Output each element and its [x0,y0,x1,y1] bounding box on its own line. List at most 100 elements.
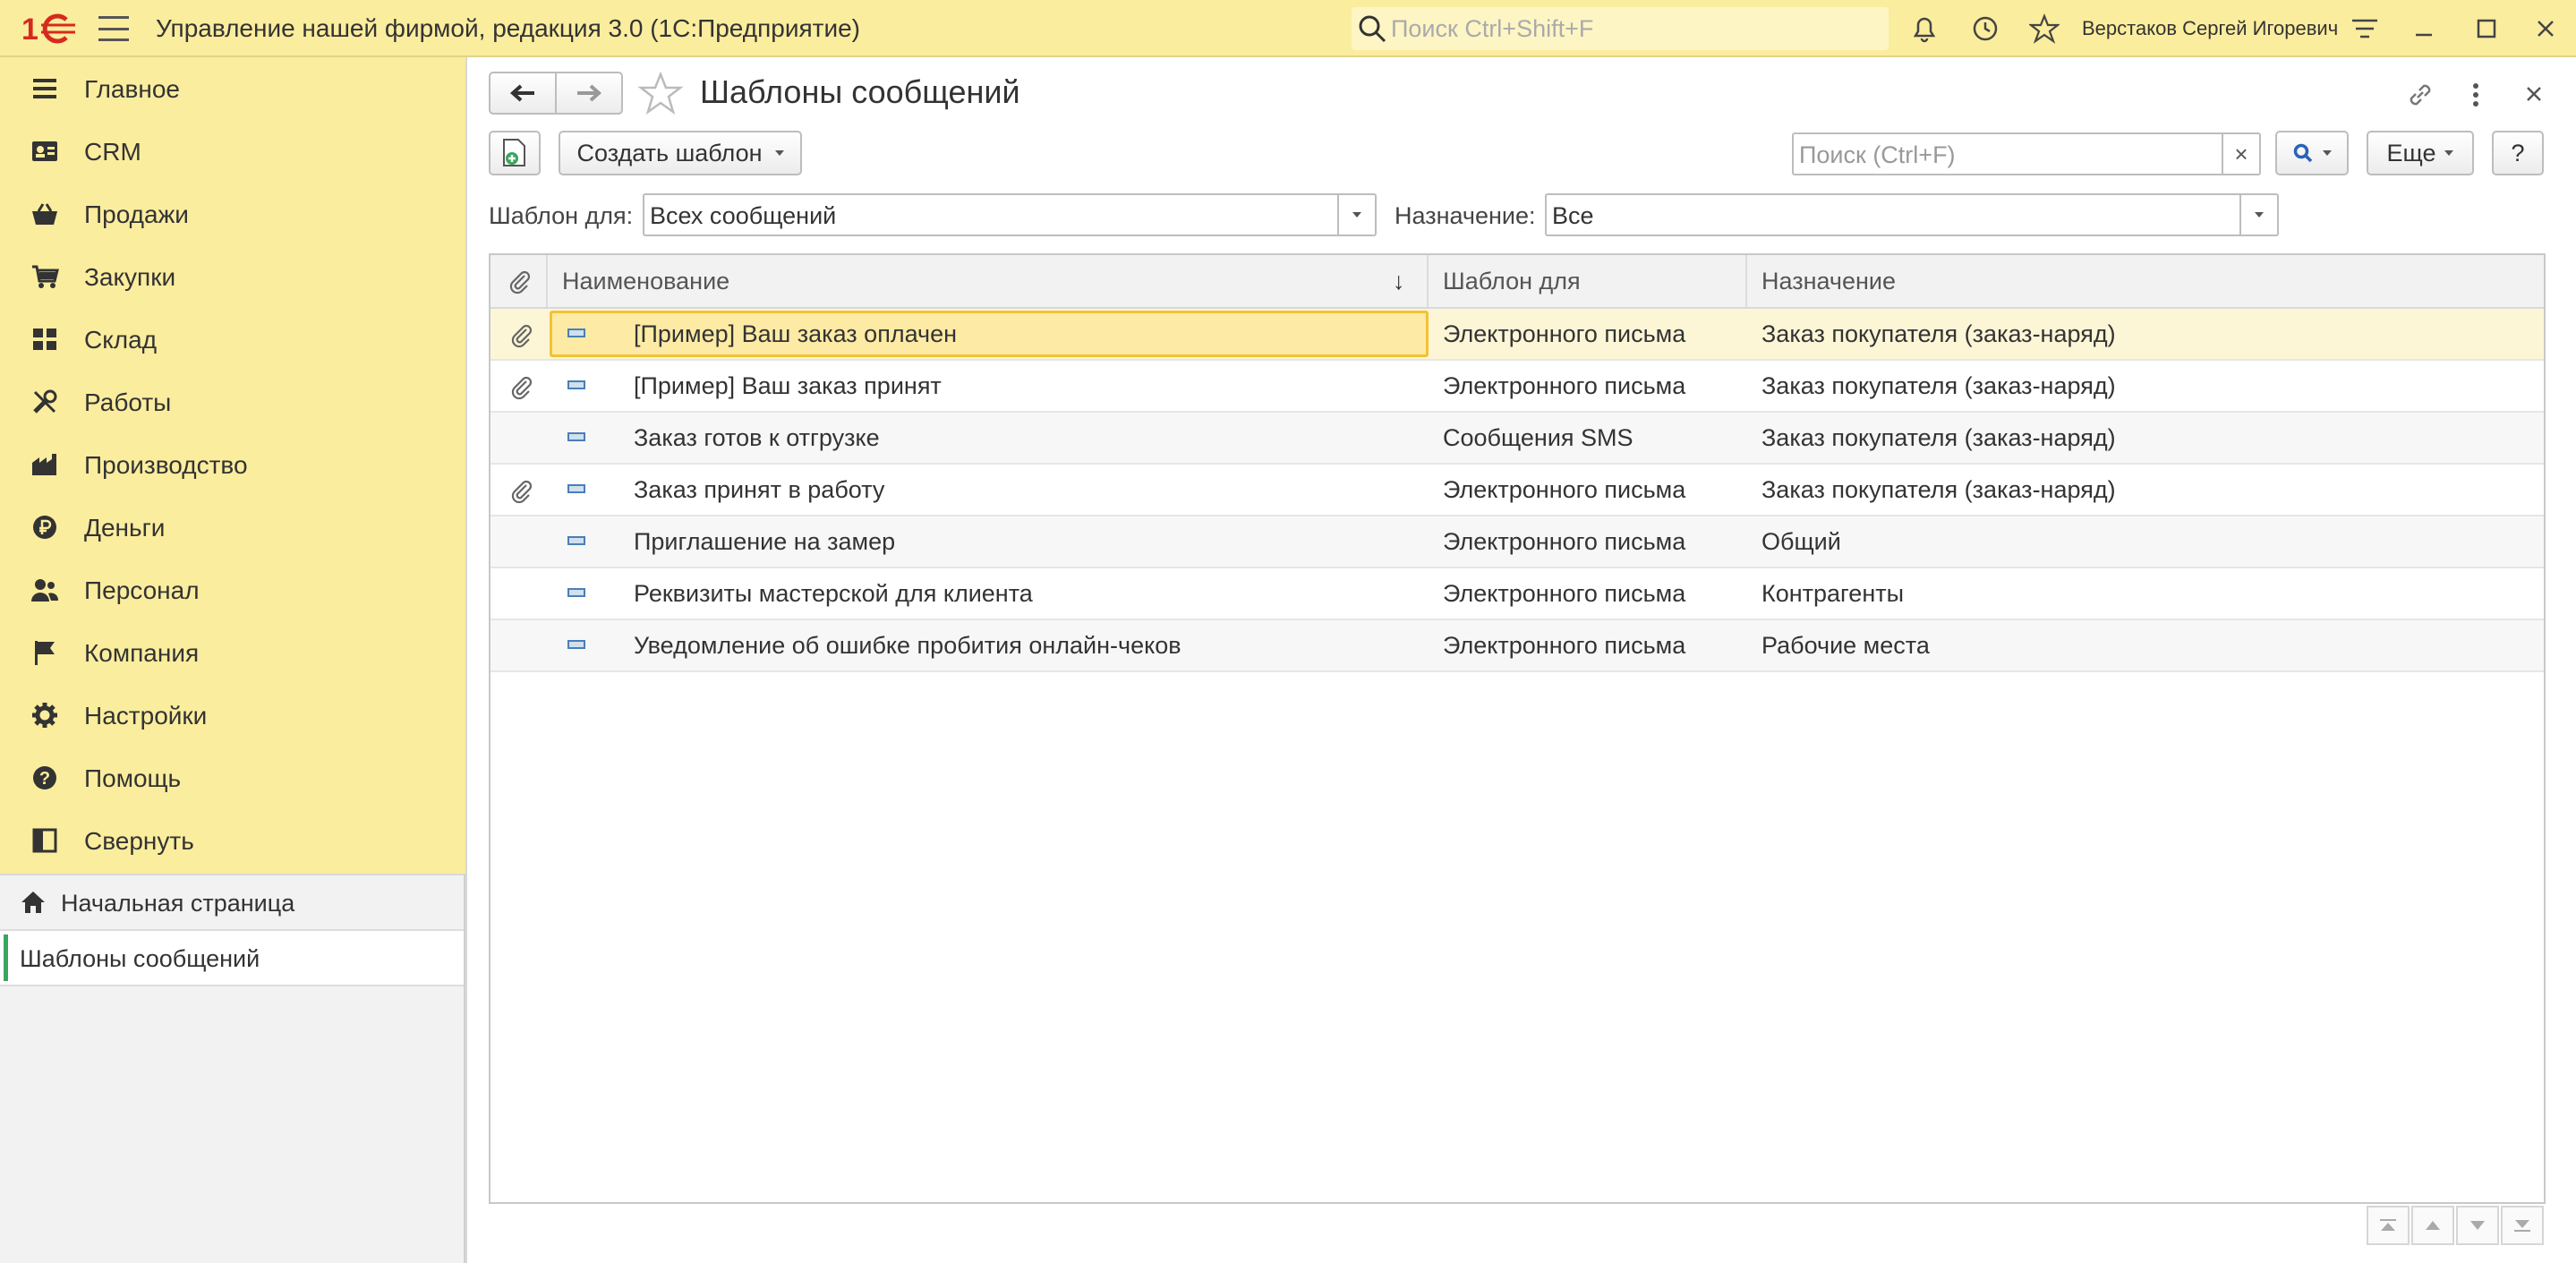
ruble-icon [30,513,59,542]
close-window-icon[interactable] [2529,13,2562,45]
create-template-label: Создать шаблон [576,139,763,166]
settings-lines-icon[interactable] [2349,13,2381,45]
template-for-select[interactable] [643,193,1377,236]
open-page-current[interactable]: Шаблоны сообщений [0,931,464,986]
row-name: Заказ готов к отгрузке [634,424,880,451]
forward-button[interactable] [555,72,623,115]
open-page-home[interactable]: Начальная страница [0,875,464,931]
sidebar-item-label: Главное [84,75,180,103]
sidebar-item-help[interactable]: ? Помощь [0,747,465,809]
purpose-label: Назначение: [1395,202,1536,229]
templates-table: Наименование ↓ Шаблон для Назначение [Пр… [489,253,2546,1204]
purpose-value[interactable] [1552,202,2232,230]
find-button[interactable] [2275,131,2349,175]
column-header-purpose[interactable]: Назначение [1747,255,2544,307]
table-row[interactable]: Приглашение на замер Электронного письма… [490,516,2544,568]
user-name[interactable]: Верстаков Сергей Игоревич [2082,17,2338,40]
item-marker-icon [567,484,585,493]
cart-icon [30,262,59,291]
sidebar-item-collapse[interactable]: Свернуть [0,809,465,872]
sidebar-item-purchases[interactable]: Закупки [0,245,465,308]
help-button[interactable]: ? [2492,131,2544,175]
sidebar-item-company[interactable]: Компания [0,621,465,684]
sidebar-item-label: Склад [84,326,158,354]
table-row[interactable]: Уведомление об ошибке пробития онлайн-че… [490,620,2544,672]
home-icon [21,892,45,913]
history-icon[interactable] [1969,13,2001,45]
scroll-to-top-button[interactable] [2367,1206,2410,1245]
purpose-dropdown-button[interactable] [2239,195,2277,235]
sidebar-item-sales[interactable]: Продажи [0,183,465,245]
table-row[interactable]: Реквизиты мастерской для клиента Электро… [490,568,2544,620]
clear-search-button[interactable]: × [2222,132,2261,175]
table-row[interactable]: [Пример] Ваш заказ оплачен Электронного … [490,309,2544,361]
back-button[interactable] [489,72,557,115]
item-marker-icon [567,588,585,597]
column-header-attachment[interactable] [490,255,548,307]
global-search-input[interactable] [1391,14,1874,43]
sidebar-item-settings[interactable]: Настройки [0,684,465,747]
favorites-star-icon[interactable] [2028,13,2060,45]
chevron-down-icon [2444,150,2454,156]
table-header: Наименование ↓ Шаблон для Назначение [490,255,2544,309]
search-icon [2293,143,2313,163]
gear-icon [30,701,59,730]
search-input[interactable] [1799,141,2211,169]
minimize-icon[interactable] [2408,13,2440,45]
column-header-name[interactable]: Наименование ↓ [548,255,1429,307]
sidebar-item-works[interactable]: Работы [0,371,465,433]
sidebar-item-warehouse[interactable]: Склад [0,308,465,371]
more-label: Еще [2386,139,2436,166]
column-header-template-for[interactable]: Шаблон для [1429,255,1747,307]
scroll-down-button[interactable] [2456,1206,2499,1245]
create-template-button[interactable]: Создать шаблон [559,131,802,175]
sidebar-item-label: Закупки [84,263,176,291]
people-icon [30,576,59,604]
search-icon [1359,15,1386,43]
top-bar: 1 Управление нашей фирмой, редакция 3.0 … [0,0,2576,57]
more-vertical-icon[interactable] [2469,79,2483,111]
row-template-for: Электронного письма [1443,372,1686,399]
sidebar-item-label: Работы [84,388,172,416]
favorite-star-icon[interactable] [637,72,684,116]
sidebar-item-label: Производство [84,451,248,479]
purpose-select[interactable] [1545,193,2279,236]
close-form-icon[interactable] [2521,81,2547,107]
sort-arrow-icon: ↓ [1393,268,1405,294]
item-marker-icon [567,380,585,389]
row-template-for: Электронного письма [1443,632,1686,659]
table-row[interactable]: Заказ готов к отгрузке Сообщения SMS Зак… [490,413,2544,465]
row-name: Уведомление об ошибке пробития онлайн-че… [634,632,1181,659]
sidebar-item-main[interactable]: Главное [0,57,465,120]
create-item-button[interactable] [489,131,541,175]
table-row[interactable]: [Пример] Ваш заказ принят Электронного п… [490,361,2544,413]
close-icon: × [2234,140,2248,167]
scroll-up-button[interactable] [2411,1206,2454,1245]
bell-icon[interactable] [1908,13,1941,45]
chevron-down-icon [2323,150,2332,156]
template-for-value[interactable] [650,202,1330,230]
main-menu-icon[interactable] [98,16,129,41]
sidebar-item-production[interactable]: Производство [0,433,465,496]
link-icon[interactable] [2404,79,2436,111]
column-header-label: Наименование [562,268,730,294]
more-button[interactable]: Еще [2367,131,2474,175]
template-for-label: Шаблон для: [489,202,634,229]
list-search-field[interactable] [1792,132,2223,175]
sidebar-item-money[interactable]: Деньги [0,496,465,559]
sidebar-item-label: Деньги [84,514,166,542]
sidebar-item-crm[interactable]: CRM [0,120,465,183]
factory-icon [30,450,59,479]
row-template-for: Электронного письма [1443,580,1686,607]
form-area: Шаблоны сообщений Создать шаблон × Еще ?… [465,57,2576,1263]
table-row[interactable]: Заказ принят в работу Электронного письм… [490,465,2544,516]
sidebar-item-personnel[interactable]: Персонал [0,559,465,621]
paperclip-icon [511,480,533,504]
chevron-up-icon [2426,1221,2440,1230]
sidebar-item-label: Продажи [84,201,189,228]
row-template-for: Электронного письма [1443,320,1686,347]
maximize-icon[interactable] [2470,13,2503,45]
global-search[interactable] [1352,7,1889,50]
template-for-dropdown-button[interactable] [1337,195,1375,235]
scroll-to-bottom-button[interactable] [2501,1206,2544,1245]
